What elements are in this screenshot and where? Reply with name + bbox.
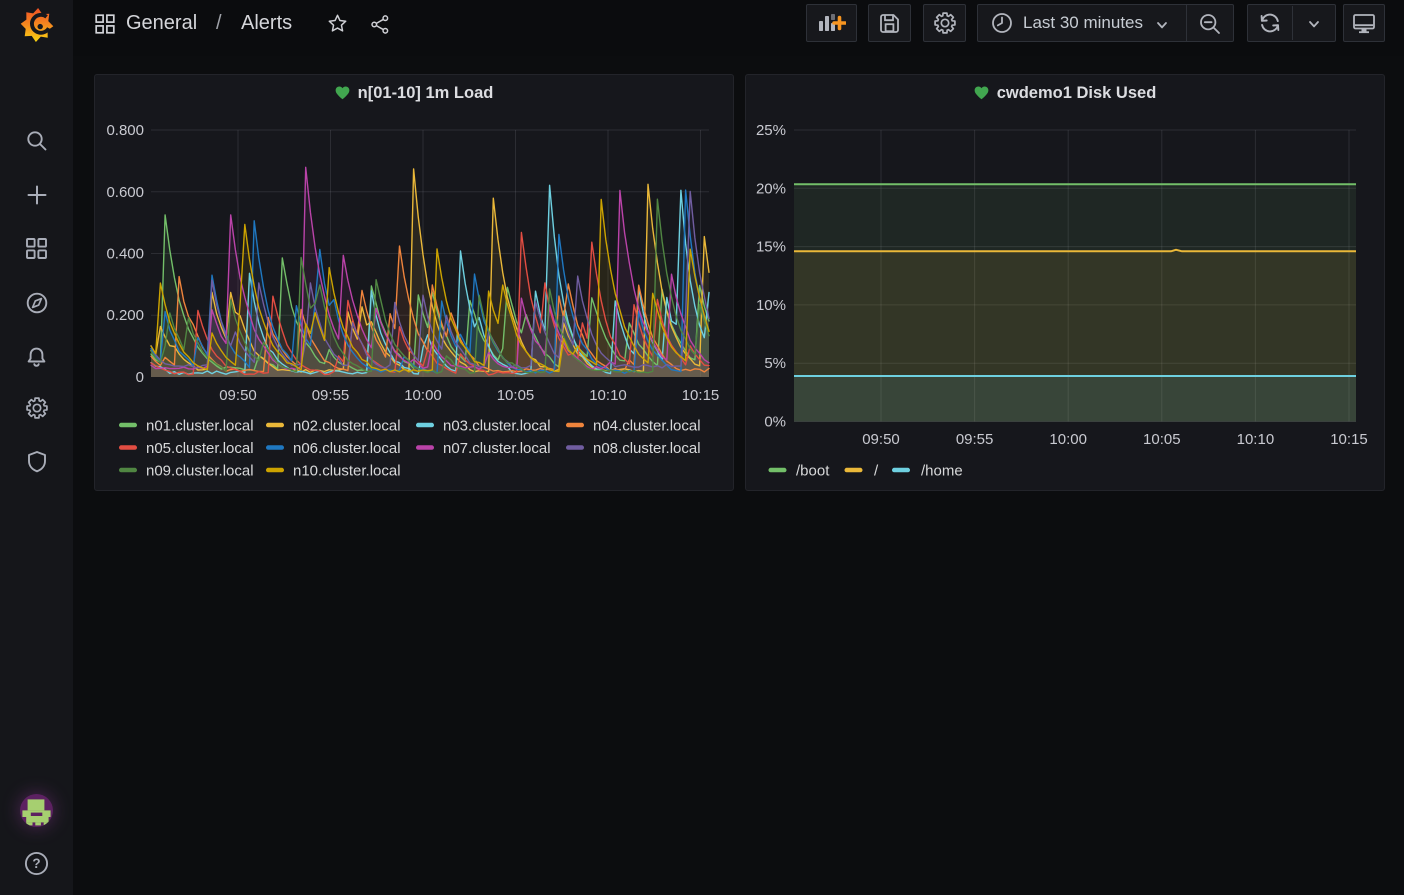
svg-text:20%: 20% — [756, 180, 786, 197]
svg-text:/: / — [874, 463, 879, 480]
svg-text:n01.cluster.local: n01.cluster.local — [146, 418, 254, 435]
svg-text:10:00: 10:00 — [404, 387, 442, 404]
svg-text:?: ? — [32, 856, 40, 871]
svg-text:0: 0 — [136, 369, 144, 386]
svg-text:09:55: 09:55 — [312, 387, 350, 404]
svg-text:25%: 25% — [756, 122, 786, 139]
svg-text:n07.cluster.local: n07.cluster.local — [443, 440, 551, 457]
svg-text:5%: 5% — [764, 355, 786, 372]
svg-text:/home: /home — [921, 463, 963, 480]
svg-text:10:00: 10:00 — [1049, 431, 1087, 448]
svg-text:n05.cluster.local: n05.cluster.local — [146, 440, 254, 457]
svg-text:0.200: 0.200 — [106, 307, 144, 324]
svg-text:0.400: 0.400 — [106, 246, 144, 263]
svg-text:n04.cluster.local: n04.cluster.local — [593, 418, 701, 435]
svg-text:09:50: 09:50 — [219, 387, 257, 404]
svg-text:10:15: 10:15 — [682, 387, 720, 404]
svg-text:09:55: 09:55 — [956, 431, 994, 448]
svg-text:0%: 0% — [764, 414, 786, 431]
svg-text:0.800: 0.800 — [106, 122, 144, 139]
svg-text:09:50: 09:50 — [862, 431, 900, 448]
svg-text:10:10: 10:10 — [1237, 431, 1275, 448]
svg-text:10:15: 10:15 — [1330, 431, 1368, 448]
svg-text:10%: 10% — [756, 297, 786, 314]
svg-text:15%: 15% — [756, 239, 786, 256]
svg-text:n02.cluster.local: n02.cluster.local — [293, 418, 401, 435]
svg-text:n03.cluster.local: n03.cluster.local — [443, 418, 551, 435]
svg-text:n06.cluster.local: n06.cluster.local — [293, 440, 401, 457]
svg-text:n08.cluster.local: n08.cluster.local — [593, 440, 701, 457]
svg-text:10:10: 10:10 — [589, 387, 627, 404]
svg-text:n09.cluster.local: n09.cluster.local — [146, 463, 254, 480]
svg-text:10:05: 10:05 — [497, 387, 535, 404]
svg-text:10:05: 10:05 — [1143, 431, 1181, 448]
svg-text:0.600: 0.600 — [106, 184, 144, 201]
svg-text:n10.cluster.local: n10.cluster.local — [293, 463, 401, 480]
svg-text:/boot: /boot — [796, 463, 830, 480]
